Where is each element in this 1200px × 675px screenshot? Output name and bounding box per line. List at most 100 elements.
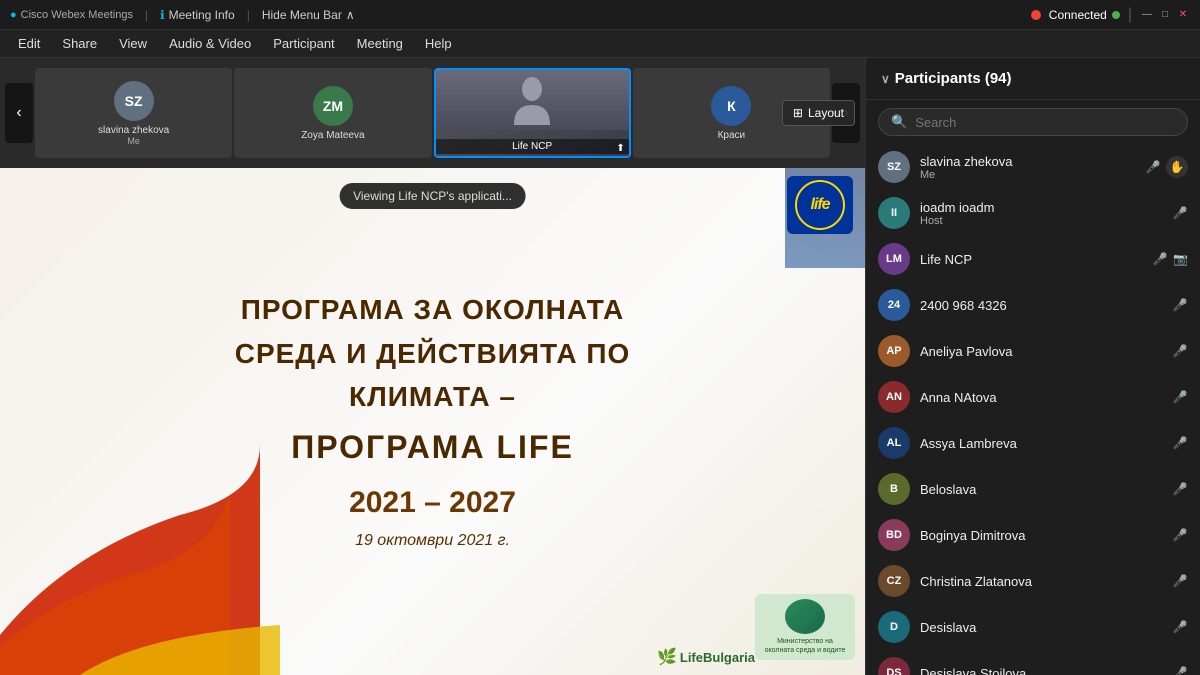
name-desislava: Desislava	[920, 620, 1162, 635]
participant-slavina[interactable]: SZ slavina zhekova Me 🎤 ✋	[866, 144, 1200, 190]
name-krasi: Краси	[718, 130, 746, 141]
thumbnail-slavina[interactable]: SZ slavina zhekova Me	[35, 68, 232, 158]
chevron-up-icon: ∧	[346, 8, 355, 22]
viewing-banner: Viewing Life NCP's applicati...	[339, 183, 526, 209]
avatar-24: 24	[878, 289, 910, 321]
share-icon: ⬆	[616, 143, 624, 154]
thumbnail-zoya[interactable]: ZM Zoya Mateeva	[234, 68, 431, 158]
avatar-bd: BD	[878, 519, 910, 551]
connected-label: Connected	[1049, 8, 1107, 22]
info-beloslava: Beloslava	[920, 482, 1162, 497]
info-assya: Assya Lambreva	[920, 436, 1162, 451]
record-dot	[1031, 10, 1041, 20]
presentation-slide: life ПРОГРАМА ЗА ОКОЛНАТА СРЕДА И ДЕЙСТВ…	[0, 168, 865, 675]
avatar-krasi: К	[711, 86, 751, 126]
name-2400: 2400 968 4326	[920, 298, 1162, 313]
avatar-b: B	[878, 473, 910, 505]
participant-ioadm[interactable]: II ioadm ioadm Host 🎤	[866, 190, 1200, 236]
role-slavina: Me	[920, 169, 1135, 181]
search-box[interactable]: 🔍	[878, 108, 1188, 136]
icons-boginya: 🎤	[1172, 527, 1188, 543]
avatar-cz: CZ	[878, 565, 910, 597]
icons-anna: 🎤	[1172, 389, 1188, 405]
prev-nav-button[interactable]: ‹	[5, 83, 33, 143]
name-slavina-panel: slavina zhekova	[920, 154, 1135, 169]
participant-beloslava[interactable]: B Beloslava 🎤	[866, 466, 1200, 512]
icons-aneliya: 🎤	[1172, 343, 1188, 359]
menu-audio-video[interactable]: Audio & Video	[159, 32, 261, 55]
meeting-info-link[interactable]: ℹ Meeting Info	[160, 8, 235, 22]
webex-icon: ●	[10, 9, 17, 21]
menu-edit[interactable]: Edit	[8, 32, 50, 55]
avatar-d: D	[878, 611, 910, 643]
avatar-sz: SZ	[878, 151, 910, 183]
panel-header: ∨ Participants (94)	[866, 58, 1200, 100]
search-icon: 🔍	[891, 114, 907, 130]
layout-icon: ⊞	[793, 106, 803, 120]
hide-menu-bar-btn[interactable]: Hide Menu Bar ∧	[262, 8, 355, 22]
avatar-zoya: ZM	[313, 86, 353, 126]
name-ioadm: ioadm ioadm	[920, 200, 1162, 215]
menu-meeting[interactable]: Meeting	[347, 32, 413, 55]
menu-help[interactable]: Help	[415, 32, 462, 55]
participant-boginya[interactable]: BD Boginya Dimitrova 🎤	[866, 512, 1200, 558]
title-bar: ● Cisco Webex Meetings | ℹ Meeting Info …	[0, 0, 1200, 30]
mic-icon-desislava: 🎤	[1172, 619, 1188, 635]
info-aneliya: Aneliya Pavlova	[920, 344, 1162, 359]
info-icon: ℹ	[160, 8, 165, 22]
info-desislava-stoilova: Desislava Stoilova	[920, 666, 1162, 675]
app-name: Cisco Webex Meetings	[21, 9, 133, 21]
panel-title: Participants (94)	[895, 70, 1012, 87]
participant-2400[interactable]: 24 2400 968 4326 🎤	[866, 282, 1200, 328]
participant-aneliya[interactable]: AP Aneliya Pavlova 🎤	[866, 328, 1200, 374]
icons-desislava: 🎤	[1172, 619, 1188, 635]
main-layout: ‹ SZ slavina zhekova Me ZM Zoya Mateeva	[0, 58, 1200, 675]
menu-participant[interactable]: Participant	[263, 32, 344, 55]
avatar-slavina: SZ	[114, 81, 154, 121]
mic-icon-christina: 🎤	[1172, 573, 1188, 589]
name-boginya: Boginya Dimitrova	[920, 528, 1162, 543]
thumbnail-strip: ‹ SZ slavina zhekova Me ZM Zoya Mateeva	[0, 58, 865, 168]
participant-assya[interactable]: AL Assya Lambreva 🎤	[866, 420, 1200, 466]
mic-icon-ioadm: 🎤	[1172, 205, 1188, 221]
participants-panel: ∨ Participants (94) 🔍 SZ slavina zhekova…	[865, 58, 1200, 675]
yellow-swoosh	[80, 575, 280, 675]
info-lifencp: Life NCP	[920, 252, 1142, 267]
name-zoya: Zoya Mateeva	[301, 130, 364, 141]
icons-beloslava: 🎤	[1172, 481, 1188, 497]
chevron-down-icon: ∨	[881, 72, 890, 86]
camera-icon-lifencp: 📷	[1173, 252, 1188, 266]
name-slavina: slavina zhekova	[98, 125, 169, 136]
window-controls[interactable]: — □ ✕	[1140, 8, 1190, 22]
mic-icon-2400: 🎤	[1172, 297, 1188, 313]
info-anna: Anna NAtova	[920, 390, 1162, 405]
participant-lifencp-panel[interactable]: LM Life NCP 🎤 📷	[866, 236, 1200, 282]
eu-life-logo: life	[787, 176, 853, 234]
participant-desislava-stoilova[interactable]: DS Desislava Stoilova 🎤	[866, 650, 1200, 675]
title-bar-left: ● Cisco Webex Meetings | ℹ Meeting Info …	[10, 8, 355, 22]
menu-view[interactable]: View	[109, 32, 157, 55]
slide-line3: КЛИМАТА –	[235, 380, 631, 414]
minimize-button[interactable]: —	[1140, 8, 1154, 22]
mic-icon-assya: 🎤	[1172, 435, 1188, 451]
layout-button[interactable]: ⊞ Layout	[782, 100, 855, 126]
slide-content: ПРОГРАМА ЗА ОКОЛНАТА СРЕДА И ДЕЙСТВИЯТА …	[215, 273, 651, 570]
slide-line4: ПРОГРАМА LIFE	[235, 429, 631, 466]
name-beloslava: Beloslava	[920, 482, 1162, 497]
participant-christina[interactable]: CZ Christina Zlatanova 🎤	[866, 558, 1200, 604]
sub-slavina: Me	[127, 136, 140, 146]
info-2400: 2400 968 4326	[920, 298, 1162, 313]
menu-bar: Edit Share View Audio & Video Participan…	[0, 30, 1200, 58]
icons-christina: 🎤	[1172, 573, 1188, 589]
menu-share[interactable]: Share	[52, 32, 107, 55]
thumbnail-lifencp[interactable]: Life NCP ⬆	[434, 68, 631, 158]
icons-lifencp: 🎤 📷	[1152, 251, 1188, 267]
search-input[interactable]	[915, 115, 1175, 130]
slide-year: 2021 – 2027	[235, 486, 631, 520]
participant-anna[interactable]: AN Anna NAtova 🎤	[866, 374, 1200, 420]
close-button[interactable]: ✕	[1176, 8, 1190, 22]
avatar-al: AL	[878, 427, 910, 459]
maximize-button[interactable]: □	[1158, 8, 1172, 22]
participant-desislava[interactable]: D Desislava 🎤	[866, 604, 1200, 650]
ministry-logo: Министерство на околната среда и водите	[755, 594, 855, 660]
